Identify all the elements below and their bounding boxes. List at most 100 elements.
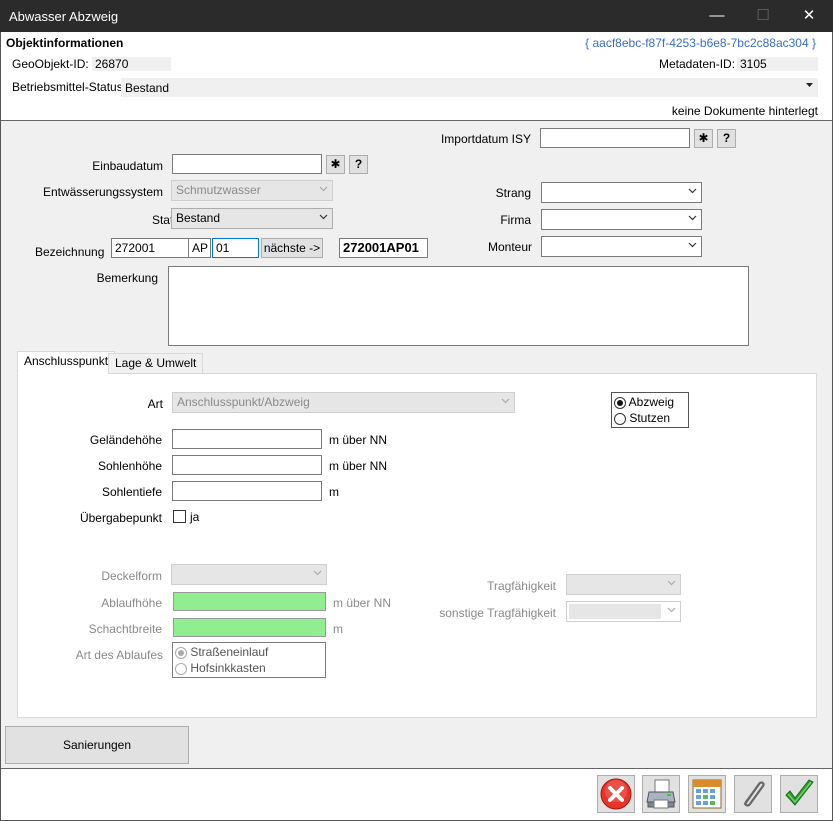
ok-button[interactable] (780, 775, 818, 813)
strang-label: Strang (495, 186, 531, 200)
sonstige-tragfaehigkeit-value (569, 604, 661, 619)
importdatum-input[interactable] (540, 128, 690, 148)
betriebsmittel-select[interactable]: Bestand (121, 78, 818, 97)
radio-abzweig-indicator (614, 396, 626, 409)
sohlenhoehe-unit: m über NN (329, 459, 388, 473)
importdatum-help-button[interactable]: ? (717, 129, 736, 148)
tab-anschlusspunkt[interactable]: Anschlusspunkt (17, 351, 116, 374)
print-button[interactable] (642, 775, 680, 813)
art-label: Art (147, 397, 163, 411)
maximize-button: ☐ (756, 7, 770, 24)
sohlenhoehe-label: Sohlenhöhe (97, 459, 162, 473)
sanierungen-button[interactable]: Sanierungen (5, 726, 189, 764)
sohlentiefe-input[interactable] (172, 481, 322, 501)
sohlenhoehe-input[interactable] (172, 455, 322, 475)
minimize-button[interactable]: — (694, 0, 740, 32)
naechste-button[interactable]: nächste -> (261, 238, 323, 258)
status-select[interactable]: Bestand (171, 208, 333, 229)
entwaesserung-value: Schmutzwasser (176, 183, 261, 197)
cancel-icon (600, 778, 632, 810)
einbaudatum-help-button[interactable]: ? (349, 155, 368, 174)
deckelform-label: Deckelform (101, 569, 162, 583)
chevron-down-icon (319, 184, 328, 192)
schachtbreite-input (173, 618, 326, 637)
chevron-down-icon (688, 213, 697, 221)
chevron-down-icon (806, 83, 814, 91)
bezeichnung-part1-input[interactable]: 272001 (111, 238, 189, 258)
deckelform-select (171, 564, 327, 585)
title-bar: Abwasser Abzweig — ☐ ✕ (0, 0, 833, 32)
bemerkung-textarea[interactable] (168, 266, 749, 346)
gelaendehoehe-unit: m über NN (329, 433, 388, 447)
ablaufhoehe-label: Ablaufhöhe (101, 596, 162, 610)
status-value: Bestand (176, 211, 221, 225)
firma-select[interactable] (541, 209, 702, 230)
einbaudatum-star-button[interactable]: ✱ (326, 155, 345, 174)
cancel-button[interactable] (597, 775, 635, 813)
metadaten-value: 3105 (737, 57, 818, 71)
window-frame (0, 32, 833, 821)
art-value: Anschlusspunkt/Abzweig (177, 395, 310, 409)
betriebsmittel-label: Betriebsmittel-Status: (12, 80, 127, 94)
dokumente-status: keine Dokumente hinterlegt (671, 104, 818, 118)
sonstige-tragfaehigkeit-label: sonstige Tragfähigkeit (439, 606, 556, 620)
calendar-icon (692, 779, 722, 809)
einbaudatum-label: Einbaudatum (92, 159, 163, 173)
chevron-down-icon (501, 396, 510, 404)
monteur-label: Monteur (487, 240, 532, 254)
radio-stutzen-label: Stutzen (629, 411, 671, 425)
radio-stutzen-indicator (614, 412, 626, 425)
chevron-down-icon (319, 212, 328, 220)
type-radio-group: Abzweig Stutzen (611, 392, 689, 428)
objektinformationen-panel: Objektinformationen { aacf8ebc-f87f-4253… (1, 32, 832, 121)
uebergabe-checkbox[interactable] (173, 510, 186, 523)
radio-hofsinkkasten: Hofsinkkasten (175, 661, 266, 675)
importdatum-label: Importdatum ISY (440, 132, 531, 146)
art-select: Anschlusspunkt/Abzweig (172, 392, 515, 413)
radio-strasseneinlauf-indicator (175, 646, 187, 659)
sohlentiefe-unit: m (329, 485, 339, 499)
tragfaehigkeit-select (566, 574, 681, 595)
betriebsmittel-value: Bestand (125, 81, 170, 95)
bezeichnung-part2-input[interactable]: AP (188, 238, 211, 258)
importdatum-star-button[interactable]: ✱ (694, 129, 713, 148)
chevron-down-icon (667, 605, 676, 613)
radio-hofsinkkasten-label: Hofsinkkasten (190, 661, 266, 675)
strang-select[interactable] (541, 182, 702, 203)
attachment-button[interactable] (734, 775, 772, 813)
einbaudatum-input[interactable] (172, 154, 322, 174)
tragfaehigkeit-label: Tragfähigkeit (487, 579, 556, 593)
objektinfo-heading: Objektinformationen (6, 36, 124, 50)
chevron-down-icon (313, 568, 322, 576)
bemerkung-label: Bemerkung (96, 271, 158, 285)
art-ablauf-label: Art des Ablaufes (75, 648, 163, 662)
radio-abzweig[interactable]: Abzweig (614, 395, 674, 409)
printer-icon (646, 779, 676, 809)
guid-link[interactable]: { aacf8ebc-f87f-4253-b6e8-7bc2c88ac304 } (585, 36, 816, 50)
geoobjekt-value: 26870 (92, 57, 171, 71)
uebergabe-label: Übergabepunkt (79, 511, 162, 525)
schachtbreite-label: Schachtbreite (88, 622, 162, 636)
window-title: Abwasser Abzweig (9, 9, 119, 24)
sonstige-tragfaehigkeit-select (566, 601, 681, 622)
ablaufhoehe-unit: m über NN (333, 596, 392, 610)
tab-lage-umwelt[interactable]: Lage & Umwelt (108, 353, 204, 374)
paperclip-icon (743, 781, 765, 807)
geoobjekt-label: GeoObjekt-ID: (12, 57, 89, 71)
metadaten-label: Metadaten-ID: (659, 57, 736, 71)
ablaufhoehe-input (173, 592, 326, 611)
radio-stutzen[interactable]: Stutzen (614, 411, 670, 425)
entwaesserung-select: Schmutzwasser (171, 180, 333, 201)
bezeichnung-label: Bezeichnung (35, 245, 105, 259)
chevron-down-icon (688, 186, 697, 194)
chevron-down-icon (688, 240, 697, 248)
calendar-button[interactable] (688, 775, 726, 813)
gelaendehoehe-input[interactable] (172, 429, 322, 449)
status-label: Status (151, 213, 186, 227)
schachtbreite-unit: m (333, 622, 343, 636)
bezeichnung-part3-input[interactable]: 01 (212, 238, 259, 258)
close-button[interactable]: ✕ (786, 0, 832, 32)
bezeichnung-result: 272001AP01 (339, 238, 428, 258)
bottom-toolbar (1, 768, 832, 820)
monteur-select[interactable] (541, 236, 702, 257)
